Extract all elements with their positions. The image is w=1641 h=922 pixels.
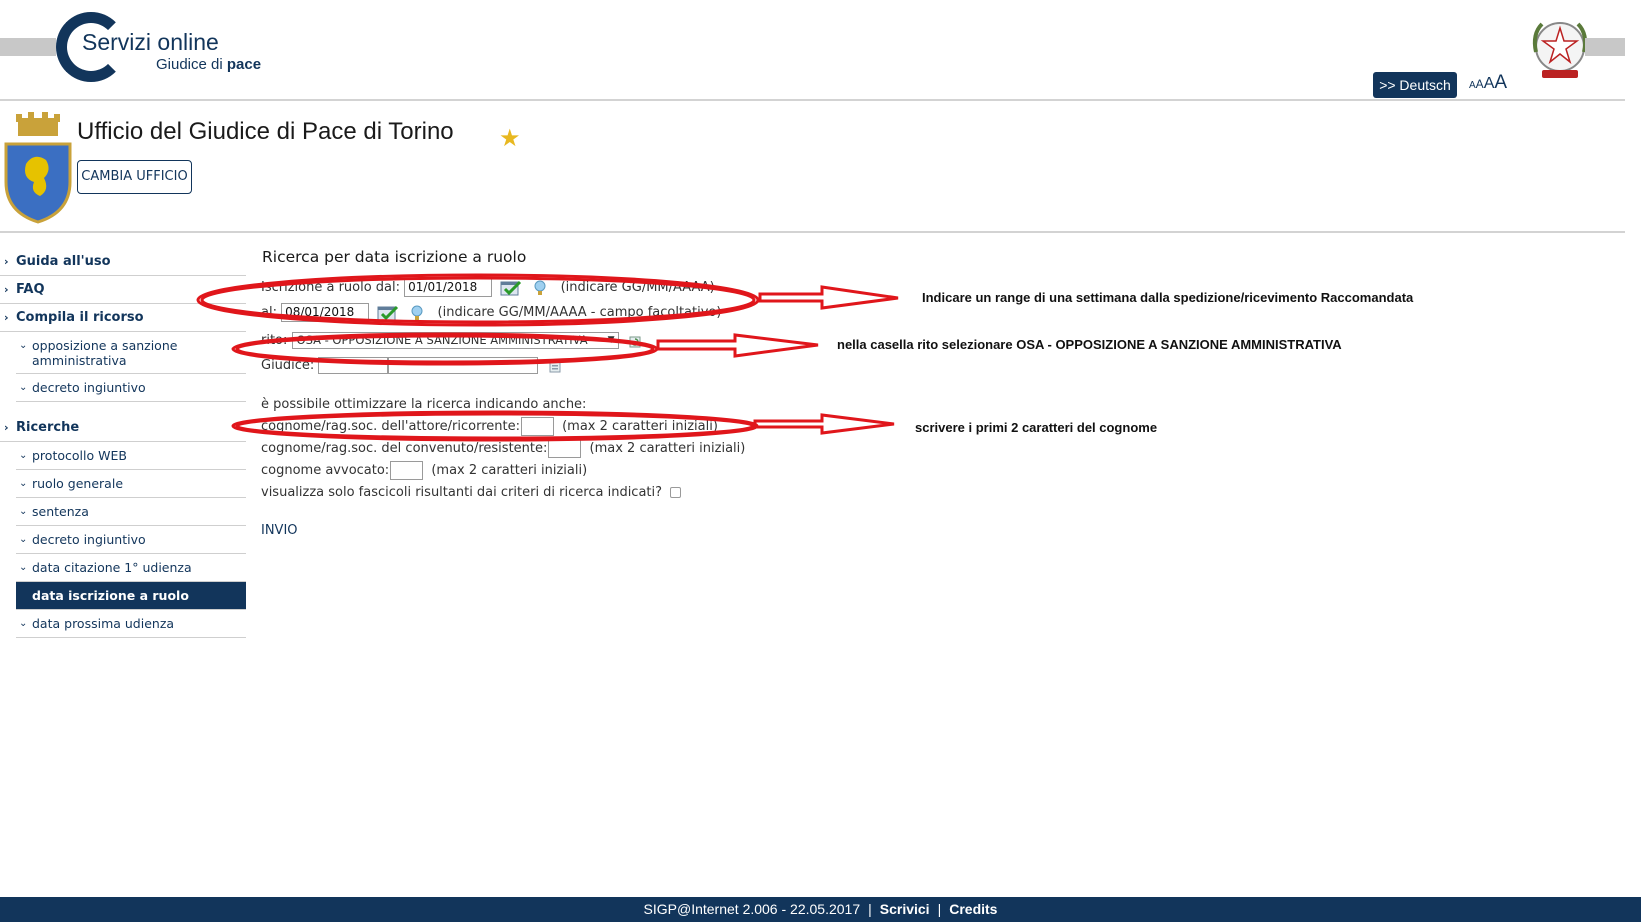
sidebar-item-guida[interactable]: › Guida all'uso bbox=[0, 248, 246, 276]
sidebar-item-sentenza[interactable]: ⌄ sentenza bbox=[16, 498, 246, 526]
attore-input[interactable] bbox=[520, 417, 554, 436]
row-convenuto: cognome/rag.soc. del convenuto/resistent… bbox=[261, 439, 745, 459]
dropdown-arrow-icon: ▼ bbox=[607, 335, 615, 345]
chevron-down-icon: ⌄ bbox=[19, 506, 28, 517]
rito-select[interactable]: OSA - OPPOSIZIONE A SANZIONE AMMINISTRAT… bbox=[291, 332, 619, 349]
sidebar-item-faq[interactable]: › FAQ bbox=[0, 276, 246, 304]
calendar-check-icon[interactable] bbox=[377, 305, 399, 321]
avvocato-hint: (max 2 caratteri iniziali) bbox=[431, 463, 588, 478]
footer: SIGP@Internet 2.006 - 22.05.2017 | Scrivic… bbox=[0, 897, 1641, 922]
lookup-icon[interactable] bbox=[549, 359, 561, 373]
annotation-arrow-dates bbox=[758, 285, 899, 310]
annotation-arrow-rito bbox=[656, 333, 819, 358]
annotation-arrow-cognome bbox=[753, 413, 895, 435]
logo-title: Servizi online bbox=[82, 29, 219, 55]
date-to-hint: (indicare GG/MM/AAAA - campo facoltativo… bbox=[437, 305, 722, 320]
chevron-down-icon: ⌄ bbox=[19, 534, 28, 545]
sidebar-item-decreto-ricerche[interactable]: ⌄ decreto ingiuntivo bbox=[16, 526, 246, 554]
annotation-note-cognome: scrivere i primi 2 caratteri del cognome bbox=[915, 420, 1158, 435]
header-band-left bbox=[0, 38, 56, 56]
chevron-down-icon: ⌄ bbox=[19, 478, 28, 489]
date-to-label: al: bbox=[261, 305, 277, 320]
chevron-down-icon: ⌄ bbox=[19, 382, 28, 393]
attore-hint: (max 2 caratteri iniziali) bbox=[562, 419, 718, 434]
row-date-to: al: 08/01/2018 (indicare GG/MM/AAAA - ca… bbox=[261, 303, 721, 323]
info-bulb-icon bbox=[411, 305, 423, 320]
header-band-right bbox=[1585, 38, 1625, 56]
refresh-icon[interactable] bbox=[629, 334, 641, 348]
convenuto-hint: (max 2 caratteri iniziali) bbox=[589, 441, 746, 456]
sidebar-item-data-citazione[interactable]: ⌄ data citazione 1° udienza bbox=[16, 554, 246, 582]
form-title: Ricerca per data iscrizione a ruolo bbox=[262, 248, 527, 266]
avvocato-input[interactable] bbox=[390, 461, 424, 480]
chevron-down-icon: ⌄ bbox=[19, 340, 28, 351]
chevron-down-icon: ⌄ bbox=[19, 450, 28, 461]
annotation-note-rito: nella casella rito selezionare OSA - OPP… bbox=[837, 337, 1342, 352]
filter-label: visualizza solo fascicoli risultanti dai… bbox=[261, 485, 663, 500]
sidebar-item-decreto-compila[interactable]: ⌄ decreto ingiuntivo bbox=[16, 374, 246, 402]
font-size-large[interactable]: A bbox=[1494, 72, 1507, 94]
sidebar-item-ricerche[interactable]: › Ricerche bbox=[0, 414, 246, 442]
avvocato-label: cognome avvocato: bbox=[261, 463, 390, 478]
office-divider bbox=[0, 231, 1625, 233]
annotation-note-dates: Indicare un range di una settimana dalla… bbox=[922, 290, 1414, 305]
calendar-check-icon[interactable] bbox=[500, 280, 522, 296]
chevron-right-icon: › bbox=[4, 421, 9, 434]
row-avvocato: cognome avvocato: (max 2 caratteri inizi… bbox=[261, 461, 587, 481]
sidebar-item-protocollo[interactable]: ⌄ protocollo WEB bbox=[16, 442, 246, 470]
date-to-input[interactable]: 08/01/2018 bbox=[281, 303, 370, 322]
site-logo[interactable]: Servizi online Giudice di pace bbox=[56, 12, 296, 87]
favorite-star-icon[interactable]: ★ bbox=[499, 124, 521, 152]
giudice-name-input[interactable] bbox=[388, 357, 539, 374]
sidebar-item-data-prossima[interactable]: ⌄ data prossima udienza bbox=[16, 610, 246, 638]
optimize-text: è possibile ottimizzare la ricerca indic… bbox=[261, 397, 587, 412]
date-from-hint: (indicare GG/MM/AAAA) bbox=[560, 280, 715, 295]
row-rito: rito: OSA - OPPOSIZIONE A SANZIONE AMMIN… bbox=[261, 331, 641, 351]
rito-label: rito: bbox=[261, 333, 288, 348]
convenuto-label: cognome/rag.soc. del convenuto/resistent… bbox=[261, 441, 548, 456]
torino-coat-of-arms-icon bbox=[4, 112, 72, 224]
footer-separator: | bbox=[937, 901, 942, 917]
font-size-smallest[interactable]: A bbox=[1469, 80, 1476, 91]
row-filter: visualizza solo fascicoli risultanti dai… bbox=[261, 483, 682, 503]
chevron-right-icon: › bbox=[4, 283, 9, 296]
attore-label: cognome/rag.soc. dell'attore/ricorrente: bbox=[261, 419, 520, 434]
sidebar-item-data-iscrizione[interactable]: ⌄data iscrizione a ruolo bbox=[16, 582, 246, 610]
row-date-from: Iscrizione a ruolo dal: 01/01/2018 (indi… bbox=[261, 278, 715, 298]
row-giudice: Giudice: bbox=[261, 356, 561, 376]
font-size-small[interactable]: A bbox=[1476, 77, 1484, 91]
chevron-down-icon: ⌄ bbox=[19, 562, 28, 573]
chevron-right-icon: › bbox=[4, 255, 9, 268]
date-from-input[interactable]: 01/01/2018 bbox=[404, 278, 493, 297]
republic-emblem-icon bbox=[1532, 22, 1588, 78]
sidebar-item-compila[interactable]: › Compila il ricorso bbox=[0, 304, 246, 332]
footer-link-scrivici[interactable]: Scrivici bbox=[880, 901, 930, 917]
sidebar-item-opposizione[interactable]: ⌄ opposizione a sanzione amministrativa bbox=[16, 332, 246, 374]
font-size-controls: AAAA bbox=[1469, 72, 1507, 94]
office-title: Ufficio del Giudice di Pace di Torino bbox=[77, 118, 454, 145]
footer-version: SIGP@Internet 2.006 - 22.05.2017 bbox=[643, 901, 861, 917]
header-divider bbox=[0, 99, 1625, 101]
rito-selected-value: OSA - OPPOSIZIONE A SANZIONE AMMINISTRAT… bbox=[296, 333, 588, 347]
change-office-button[interactable]: CAMBIA UFFICIO bbox=[77, 160, 192, 194]
footer-link-credits[interactable]: Credits bbox=[949, 901, 997, 917]
language-deutsch-button[interactable]: >> Deutsch bbox=[1373, 72, 1457, 98]
sidebar-item-ruolo-generale[interactable]: ⌄ ruolo generale bbox=[16, 470, 246, 498]
sidebar: › Guida all'uso › FAQ › Compila il ricorso … bbox=[0, 248, 246, 638]
info-bulb-icon bbox=[534, 280, 546, 295]
convenuto-input[interactable] bbox=[548, 439, 582, 458]
submit-invio-button[interactable]: INVIO bbox=[261, 523, 298, 538]
font-size-medium[interactable]: A bbox=[1484, 75, 1495, 93]
chevron-down-icon: ⌄ bbox=[19, 618, 28, 629]
chevron-right-icon: › bbox=[4, 311, 9, 324]
footer-separator: | bbox=[868, 901, 872, 917]
giudice-label: Giudice: bbox=[261, 358, 315, 373]
filter-checkbox[interactable] bbox=[670, 487, 682, 498]
giudice-code-input[interactable] bbox=[318, 357, 389, 374]
logo-subtitle: Giudice di pace bbox=[156, 56, 262, 73]
row-attore: cognome/rag.soc. dell'attore/ricorrente:… bbox=[261, 417, 718, 437]
date-from-label: Iscrizione a ruolo dal: bbox=[261, 280, 401, 295]
